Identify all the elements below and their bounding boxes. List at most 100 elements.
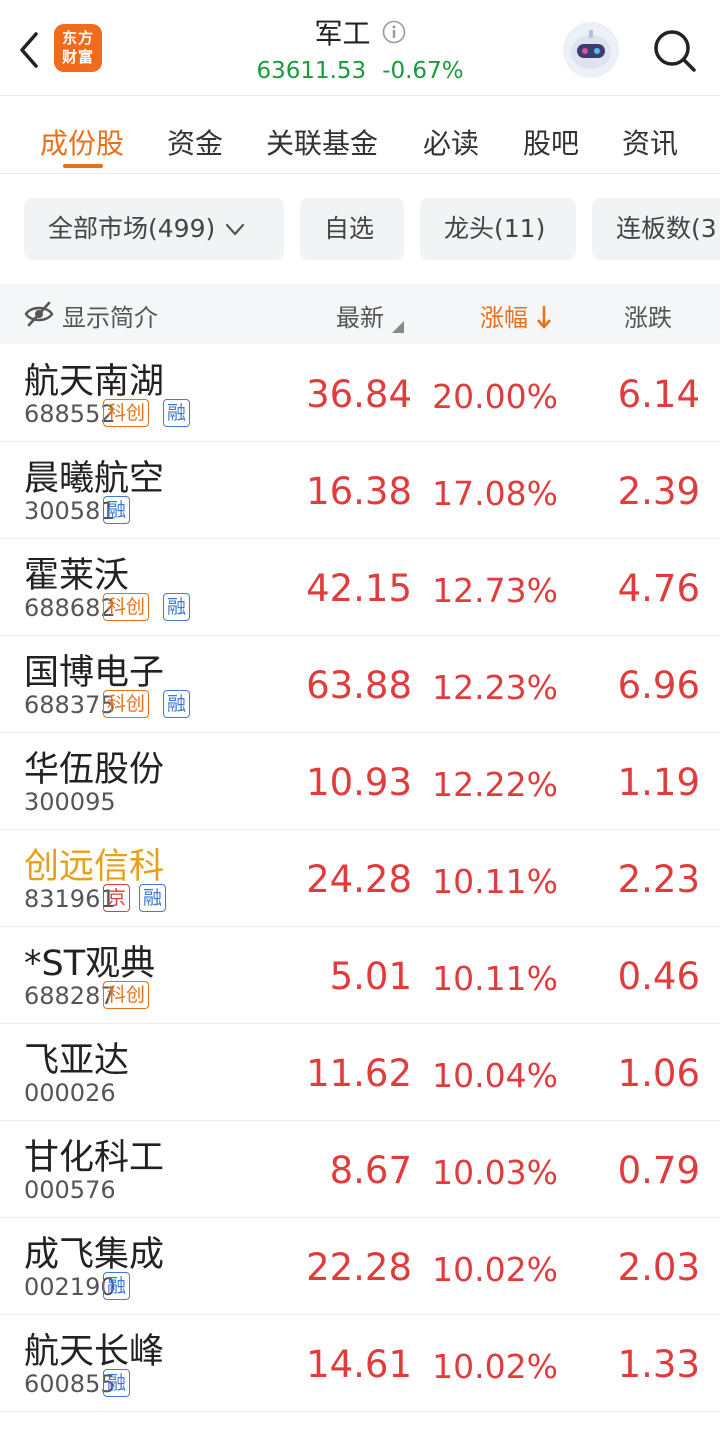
stock-price: 42.15 [306,567,412,610]
filter-bar: 全部市场(499) 自选 龙头(11) 连板数(3 [0,174,720,282]
stock-name: 航天长峰 [24,1332,165,1372]
column-header: 显示简介 最新 涨幅 涨跌 [0,284,720,344]
stock-row[interactable]: 创远信科 831961 京融 24.28 10.11% 2.23 [0,830,720,927]
stock-price: 5.01 [329,955,412,998]
stock-change: 0.79 [617,1149,700,1192]
stock-price: 24.28 [306,858,412,901]
toggle-intro-button[interactable]: 显示简介 [62,298,158,333]
search-button[interactable] [650,24,698,76]
stock-code: 688552 [24,400,116,428]
info-icon[interactable] [382,20,406,44]
robot-icon [571,30,611,69]
stock-change: 2.03 [617,1246,700,1289]
stock-name: 创远信科 [24,847,165,887]
stock-code: 002190 [24,1273,116,1301]
stock-price: 8.67 [329,1149,412,1192]
stock-tag-badge: 融 [139,884,167,912]
stock-name: 霍莱沃 [24,556,130,596]
stock-row[interactable]: 飞亚达 000026 11.62 10.04% 1.06 [0,1024,720,1121]
stock-tag-badge: 科创 [103,399,150,427]
stock-name: 晨曦航空 [24,459,165,499]
stock-change: 1.33 [617,1343,700,1386]
stock-pct-change: 10.02% [432,1250,558,1289]
stock-change: 2.39 [617,470,700,513]
tab-forum[interactable]: 股吧 [523,122,579,162]
index-value: 63611.53 [256,58,367,84]
stock-row[interactable]: 成飞集成 002190 融 22.28 10.02% 2.03 [0,1218,720,1315]
pct-header-label: 涨幅 [480,304,528,332]
stock-list: 航天南湖 688552 科创融 36.84 20.00% 6.14 晨曦航空 300581 融 1… [0,345,720,1412]
stock-code: 000026 [24,1079,116,1107]
stock-pct-change: 17.08% [432,474,558,513]
stock-row[interactable]: 航天南湖 688552 科创融 36.84 20.00% 6.14 [0,345,720,442]
stock-change: 6.14 [617,373,700,416]
stock-name: 华伍股份 [24,750,165,790]
stock-code: 831961 [24,885,116,913]
assistant-avatar[interactable] [563,22,619,78]
stock-tag-badge: 融 [103,1369,131,1397]
stock-name: 飞亚达 [24,1041,130,1081]
stock-price: 63.88 [306,664,412,707]
price-header-label: 最新 [336,304,384,332]
tab-funds-flow[interactable]: 资金 [167,122,223,162]
stock-tag-badge: 科创 [103,690,150,718]
stock-pct-change: 10.11% [432,959,558,998]
stock-price: 36.84 [306,373,412,416]
stock-tag-badge: 融 [103,496,131,524]
stock-tag-badge: 融 [103,1272,131,1300]
stock-name: 国博电子 [24,653,165,693]
stock-code: 300581 [24,497,116,525]
stock-price: 14.61 [306,1343,412,1386]
stock-pct-change: 12.23% [432,668,558,707]
sort-indicator-icon [391,321,404,333]
stock-pct-change: 10.04% [432,1056,558,1095]
tab-news[interactable]: 资讯 [622,122,678,162]
stock-price: 22.28 [306,1246,412,1289]
stock-name: 甘化科工 [24,1138,165,1178]
stock-tag-badge: 融 [163,690,191,718]
stock-change: 4.76 [617,567,700,610]
stock-row[interactable]: 霍莱沃 688682 科创融 42.15 12.73% 4.76 [0,539,720,636]
stock-row[interactable]: 航天长峰 600855 融 14.61 10.02% 1.33 [0,1315,720,1412]
app-root: 东方 财富 军工 63611.53 -0.67% 成份股 资金 关联基金 必读 … [0,0,720,1430]
stock-row[interactable]: 晨曦航空 300581 融 16.38 17.08% 2.39 [0,442,720,539]
stock-code: 300095 [24,788,116,816]
stock-row[interactable]: *ST观典 688287 科创 5.01 10.11% 0.46 [0,927,720,1024]
stock-change: 2.23 [617,858,700,901]
filter-consecutive-limit[interactable]: 连板数(3 [592,198,720,260]
stock-tag-badge: 科创 [103,981,150,1009]
index-change: -0.67% [382,58,464,84]
tab-bar: 成份股 资金 关联基金 必读 股吧 资讯 [0,96,720,174]
eye-off-icon[interactable] [24,300,54,328]
stock-price: 10.93 [306,761,412,804]
stock-pct-change: 10.11% [432,862,558,901]
sort-price-header[interactable]: 最新 [336,298,404,333]
stock-change: 0.46 [617,955,700,998]
market-filter-dropdown[interactable]: 全部市场(499) [24,198,284,260]
stock-code: 688375 [24,691,116,719]
stock-change: 1.06 [617,1052,700,1095]
filter-watchlist[interactable]: 自选 [300,198,404,260]
tab-must-read[interactable]: 必读 [423,122,479,162]
filter-leaders[interactable]: 龙头(11) [420,198,576,260]
stock-row[interactable]: 甘化科工 000576 8.67 10.03% 0.79 [0,1121,720,1218]
stock-change: 6.96 [617,664,700,707]
stock-code: 000576 [24,1176,116,1204]
stock-pct-change: 12.22% [432,765,558,804]
tab-related-funds[interactable]: 关联基金 [266,122,378,162]
market-filter-label: 全部市场(499) [48,214,216,243]
stock-row[interactable]: 华伍股份 300095 10.93 12.22% 1.19 [0,733,720,830]
tab-constituents[interactable]: 成份股 [40,122,124,162]
stock-change: 1.19 [617,761,700,804]
stock-row[interactable]: 国博电子 688375 科创融 63.88 12.23% 6.96 [0,636,720,733]
stock-tag-badge: 科创 [103,593,150,621]
stock-price: 11.62 [306,1052,412,1095]
sort-pct-header[interactable]: 涨幅 [480,298,552,333]
stock-pct-change: 10.03% [432,1153,558,1192]
stock-pct-change: 12.73% [432,571,558,610]
stock-price: 16.38 [306,470,412,513]
stock-tag-badge: 融 [163,399,191,427]
sort-change-header[interactable]: 涨跌 [624,298,672,333]
stock-name: 成飞集成 [24,1235,165,1275]
stock-pct-change: 10.02% [432,1347,558,1386]
